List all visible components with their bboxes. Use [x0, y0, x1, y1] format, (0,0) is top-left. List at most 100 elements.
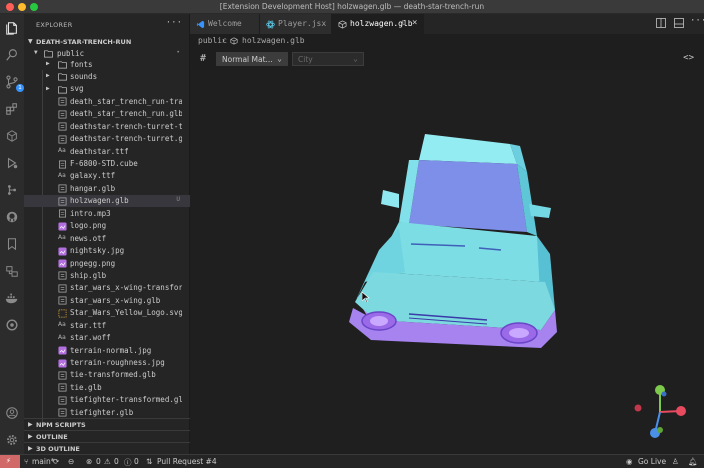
file-item[interactable]: hangar.glb [24, 182, 190, 194]
chevron-down-icon: ⌄ [277, 54, 282, 63]
file-item[interactable]: ship.glb [24, 269, 190, 281]
file-item[interactable]: tiefighter.glb [24, 406, 190, 418]
bookmark-icon[interactable] [4, 236, 20, 252]
file-item[interactable]: Aa star.woff [24, 332, 190, 344]
file-item[interactable]: Star_Wars_Yellow_Logo.svg [24, 307, 190, 319]
item-label: sounds [70, 71, 98, 81]
file-item[interactable]: Aa news.otf [24, 232, 190, 244]
car-headlight-left-inner [370, 316, 388, 326]
more-actions-icon[interactable]: ··· [690, 16, 704, 26]
error-icon[interactable]: ⊗ [86, 457, 92, 466]
model-viewer-toolbar: # Normal Mat... ⌄ City ⌄ <> [190, 48, 704, 70]
section-3d-outline[interactable]: ▶ 3D OUTLINE [24, 442, 190, 454]
item-label: tie.glb [70, 382, 102, 392]
warning-icon: ⚠ [104, 457, 111, 466]
pull-request-icon: ⇅ [146, 457, 153, 466]
openai-icon[interactable] [4, 317, 20, 333]
axis-gizmo[interactable] [630, 382, 694, 446]
tab-welcome[interactable]: Welcome [190, 14, 260, 34]
folder-item[interactable]: ▶ svg [24, 83, 190, 95]
environment-select[interactable]: City ⌄ [292, 52, 364, 66]
file-item[interactable]: death_star_trench_run.glb [24, 108, 190, 120]
remote-indicator[interactable]: ⚡ [0, 455, 20, 468]
gizmo-x-axis[interactable] [676, 406, 686, 416]
file-item[interactable]: logo.png [24, 220, 190, 232]
code-toggle-icon[interactable]: <> [683, 53, 694, 63]
docker-icon[interactable] [4, 290, 20, 306]
run-debug-icon[interactable] [4, 155, 20, 171]
hash-icon[interactable]: # [200, 53, 206, 64]
3d-viewport[interactable] [190, 70, 704, 454]
item-label: star.woff [70, 333, 111, 343]
sync-icon[interactable]: ⟳ [53, 457, 59, 466]
breadcrumb-file[interactable]: holzwagen.glb [242, 36, 305, 45]
file-item[interactable]: Aa star.ttf [24, 319, 190, 331]
file-item[interactable]: pngegg.png [24, 257, 190, 269]
file-item[interactable]: intro.mp3 [24, 207, 190, 219]
file-item[interactable]: Aa galaxy.ttf [24, 170, 190, 182]
remote-explorer-icon[interactable] [4, 263, 20, 279]
item-label: logo.png [70, 221, 107, 231]
split-editor-icon[interactable] [656, 18, 666, 31]
gizmo-neg-y-axis[interactable] [657, 427, 663, 433]
file-item[interactable]: deathstar-trench-turret-transfor... [24, 120, 190, 132]
tab-player-jsx[interactable]: Player.jsx [260, 14, 332, 34]
file-item[interactable]: tie.glb [24, 381, 190, 393]
source-control-icon[interactable]: 1 [4, 74, 24, 92]
account-icon[interactable] [4, 405, 20, 421]
close-tab-icon[interactable]: × [412, 18, 417, 28]
branch-name[interactable]: main* [32, 457, 55, 466]
github-icon[interactable] [4, 209, 20, 225]
more-actions-icon[interactable]: ··· [166, 18, 182, 28]
cube-icon [338, 20, 347, 29]
file-item[interactable]: star_wars_x-wing.glb [24, 294, 190, 306]
publish-icon[interactable]: ⊖ [68, 457, 74, 466]
git-graph-icon[interactable] [4, 182, 20, 198]
gizmo-neg-z-axis[interactable] [661, 391, 667, 397]
file-item[interactable]: tie-transformed.glb [24, 369, 190, 381]
item-label: star.ttf [70, 320, 107, 330]
explorer-header: EXPLORER ··· [24, 18, 190, 32]
file-item[interactable]: holzwagen.glb U [24, 194, 190, 208]
file-item[interactable]: deathstar-trench-turret.glb [24, 133, 190, 145]
explorer-icon[interactable] [4, 20, 20, 36]
info-icon: ⓘ [124, 458, 132, 467]
chevron-down-icon: ▼ [28, 38, 33, 45]
car-model[interactable] [345, 132, 565, 362]
item-label: holzwagen.glb [70, 196, 129, 206]
folder-item[interactable]: ▶ fonts [24, 58, 190, 70]
layout-icon[interactable] [674, 18, 684, 31]
folder-item[interactable]: ▶ sounds [24, 70, 190, 82]
pull-request-label[interactable]: Pull Request #4 [157, 457, 217, 466]
material-select[interactable]: Normal Mat... ⌄ [216, 52, 288, 66]
file-item[interactable]: star_wars_x-wing-transformed.glb [24, 282, 190, 294]
file-item[interactable]: death_star_trench_run-transformed... [24, 95, 190, 107]
item-label: hangar.glb [70, 183, 116, 193]
item-label: terrain-roughness.jpg [70, 358, 165, 367]
section-npm-scripts[interactable]: ▶ NPM SCRIPTS [24, 418, 190, 430]
car-roof [419, 134, 517, 164]
status-bar: ⚡ ⑂ main* ⟳ ⊖ ⊗ 0 ⚠ 0 ⓘ 0 ⇅ Pull Request… [0, 454, 704, 468]
notifications-icon[interactable]: 🔔︎ [688, 457, 698, 466]
go-live-button[interactable]: Go Live [638, 457, 666, 466]
tab-holzwagen-glb[interactable]: holzwagen.glb U × [332, 14, 424, 34]
section-outline[interactable]: ▶ OUTLINE [24, 430, 190, 442]
go-live-icon: ◉ [626, 457, 633, 466]
file-item[interactable]: F-6800-STD.cube [24, 158, 190, 170]
file-item[interactable]: terrain-roughness.jpg [24, 357, 190, 369]
item-label: intro.mp3 [70, 208, 111, 218]
item-label: ship.glb [70, 270, 107, 280]
file-item[interactable]: terrain-normal.jpg [24, 344, 190, 356]
react-icon [266, 20, 275, 29]
search-icon[interactable] [4, 47, 20, 63]
gizmo-neg-x-axis[interactable] [634, 404, 642, 412]
chevron-right-icon: ▶ [46, 60, 50, 67]
cube-icon[interactable] [4, 128, 20, 144]
section-label: OUTLINE [36, 433, 68, 441]
file-item[interactable]: nightsky.jpg [24, 245, 190, 257]
file-item[interactable]: tiefighter-transformed.glb [24, 394, 190, 406]
account-status-icon[interactable]: ♙ [672, 457, 679, 466]
extensions-icon[interactable] [4, 101, 20, 117]
file-item[interactable]: Aa deathstar.ttf [24, 145, 190, 157]
settings-gear-icon[interactable] [4, 432, 20, 448]
